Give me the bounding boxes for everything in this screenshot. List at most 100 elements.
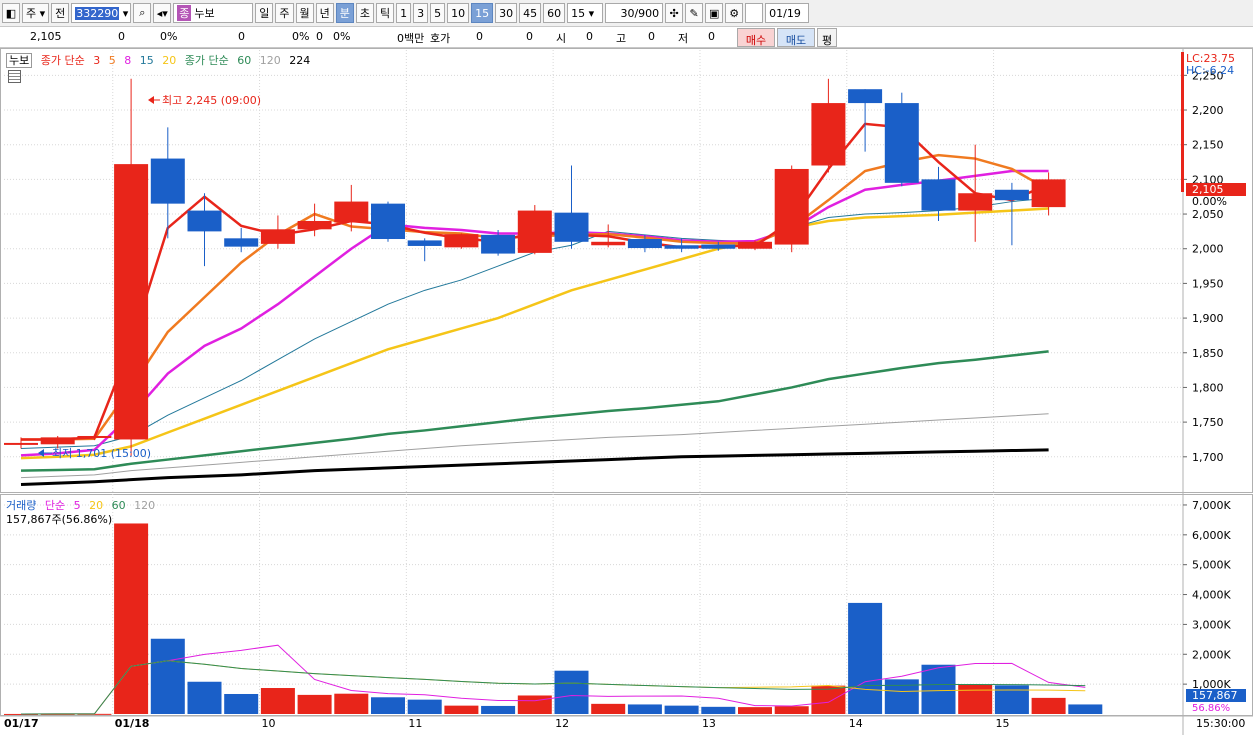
trade-amount: 0백만 [397, 32, 425, 45]
high-value: 0 [648, 30, 655, 43]
sell-button[interactable]: 매도 [777, 28, 815, 47]
candle-body [187, 210, 222, 232]
volume-bar [554, 670, 589, 714]
prev-label: 전 [55, 7, 66, 20]
price-tick-label: 1,800 [1192, 381, 1224, 394]
period-year[interactable]: 년 [315, 3, 334, 23]
avg-button[interactable]: 평 [817, 28, 837, 47]
legend-ma5: 5 [108, 54, 116, 67]
sell-label: 매도 [785, 34, 807, 47]
price-tick-label: 1,950 [1192, 277, 1224, 290]
volume-pct-text: 56.86% [1192, 703, 1230, 714]
interval-label: 30 [499, 6, 514, 20]
interval-45[interactable]: 45 [519, 3, 542, 23]
volume-bar [591, 703, 626, 714]
value-1: 0 [238, 30, 245, 43]
stock-name: 누보 [194, 7, 215, 20]
candle-body [444, 234, 479, 248]
interval-input[interactable]: 15 ▾ [567, 3, 604, 23]
candle-body [224, 238, 259, 247]
volume-bar [481, 705, 516, 714]
legend-ma224: 224 [289, 54, 311, 67]
candle-body [260, 229, 295, 244]
period-minute-label: 분 [339, 7, 350, 20]
table-icon[interactable] [8, 70, 21, 83]
candle-body [664, 245, 699, 249]
search-icon[interactable]: ⌕ [133, 3, 152, 23]
crosshair-icon[interactable]: ✣ [665, 3, 684, 23]
volume-bar [884, 679, 919, 714]
draw-tools-icon[interactable]: ✎ [685, 3, 704, 23]
volume-bar [811, 685, 846, 714]
save-icon[interactable]: ▣ [705, 3, 724, 23]
price-tick-label: 1,900 [1192, 312, 1224, 325]
interval-label: 60 [547, 6, 562, 20]
stock-name-field[interactable]: 종 누보 [173, 3, 254, 23]
value-3: 0 [316, 30, 323, 43]
period-second[interactable]: 초 [355, 3, 375, 23]
interval-3[interactable]: 3 [413, 3, 429, 23]
prev-button[interactable]: 전 [51, 3, 70, 23]
lc-marker [1181, 52, 1184, 192]
legend-ma-long: 종가 단순 [184, 54, 229, 67]
period-week[interactable]: 주 [275, 3, 294, 23]
volume-tick-label: 5,000K [1192, 559, 1231, 572]
price-tick-label: 1,750 [1192, 416, 1224, 429]
x-tick-label: 13 [702, 717, 716, 730]
hoga-1: 0 [476, 30, 483, 43]
period-second-label: 초 [359, 7, 371, 20]
period-month[interactable]: 월 [295, 3, 314, 23]
period-tick[interactable]: 틱 [376, 3, 395, 23]
interval-10[interactable]: 10 [447, 3, 470, 23]
count-input[interactable]: 30/900 [605, 3, 664, 23]
interval-label: 3 [417, 6, 425, 20]
x-tick-label: 15 [996, 717, 1010, 730]
market-select[interactable]: 주 ▾ [22, 3, 50, 23]
candle-body [407, 240, 442, 246]
candle-body [921, 179, 956, 211]
x-tick-label: 12 [555, 717, 569, 730]
date-checkbox[interactable] [745, 3, 764, 23]
zero-pct-label: 0.00% [1192, 195, 1227, 208]
high-label: 최고 2,245 (09:00) [162, 94, 261, 107]
candle-body [848, 89, 883, 104]
value-4: 0% [333, 30, 351, 43]
price-volume-chart[interactable]: 2,2502,2002,1502,1002,0502,0001,9501,900… [0, 48, 1253, 735]
volume-tick-label: 6,000K [1192, 529, 1231, 542]
gear-icon[interactable]: ⚙ [725, 3, 744, 23]
open-value: 0 [586, 30, 593, 43]
date-field[interactable]: 01/19 [765, 3, 810, 23]
x-end-time: 15:30:00 [1196, 717, 1245, 730]
buy-button[interactable]: 매수 [737, 28, 775, 47]
date-value: 01/19 [769, 6, 801, 20]
candle-body [114, 164, 149, 440]
period-minute[interactable]: 분 [335, 3, 354, 23]
avg-label: 평 [821, 34, 833, 47]
code-input[interactable]: 332290 ▾ [71, 3, 132, 23]
interval-1[interactable]: 1 [396, 3, 412, 23]
code-value: 332290 [75, 6, 120, 20]
volume-bar [1031, 697, 1066, 714]
interval-60[interactable]: 60 [543, 3, 566, 23]
low-label: 최저 1,701 (15:00) [52, 447, 151, 460]
value-2: 0% [292, 30, 310, 43]
price-tick-label: 2,050 [1192, 208, 1224, 221]
chart-settings-icon[interactable]: ◧ [2, 3, 20, 23]
candle-body [627, 239, 662, 249]
interval-label: 10 [451, 6, 466, 20]
sound-icon[interactable]: ◂▾ [153, 3, 172, 23]
period-day[interactable]: 일 [255, 3, 274, 23]
candle-body [701, 244, 736, 249]
period-week-label: 주 [279, 7, 290, 20]
interval-30[interactable]: 30 [495, 3, 518, 23]
interval-label: 5 [434, 6, 442, 20]
volume-current-tag: 157,867 56.86% [1186, 689, 1246, 714]
volume-bar [701, 706, 736, 714]
interval-15[interactable]: 15 [471, 3, 494, 23]
interval-5[interactable]: 5 [430, 3, 446, 23]
interval-value: 15 [571, 6, 586, 20]
candle-body [40, 437, 75, 445]
interval-label: 45 [523, 6, 538, 20]
candle-body [4, 442, 38, 445]
volume-bar [848, 602, 883, 714]
